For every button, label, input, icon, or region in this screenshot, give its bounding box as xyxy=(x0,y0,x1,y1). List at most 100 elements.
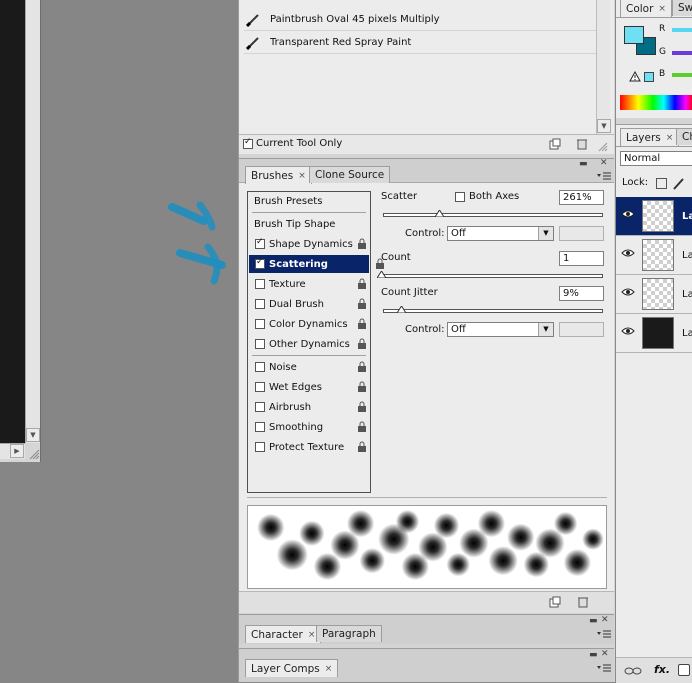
lock-icon[interactable] xyxy=(357,421,367,433)
option-texture[interactable]: Texture xyxy=(249,275,369,293)
foreground-color-swatch[interactable] xyxy=(624,26,644,44)
channel-g-slider[interactable] xyxy=(672,51,692,55)
scroll-down-arrow-icon[interactable]: ▼ xyxy=(597,119,611,133)
panel-menu-icon[interactable] xyxy=(597,172,611,182)
new-brush-icon[interactable] xyxy=(549,596,561,608)
current-tool-only-checkbox[interactable] xyxy=(243,137,253,149)
option-dual-brush[interactable]: Dual Brush xyxy=(249,295,369,313)
eye-icon[interactable] xyxy=(621,209,635,219)
tab-paragraph[interactable]: Paragraph xyxy=(316,625,382,642)
scatter-value-field[interactable]: 261% xyxy=(559,190,604,205)
lock-icon[interactable] xyxy=(357,361,367,373)
scattering-checkbox[interactable] xyxy=(255,257,265,269)
count-jitter-control-select[interactable]: Off ▼ xyxy=(447,322,554,337)
resize-grip-icon[interactable] xyxy=(598,142,608,152)
close-icon[interactable]: ✕ xyxy=(600,158,608,168)
eye-icon[interactable] xyxy=(621,326,635,336)
noise-checkbox[interactable] xyxy=(255,362,265,372)
lock-icon[interactable] xyxy=(357,298,367,310)
resize-grip-icon[interactable] xyxy=(28,448,40,460)
close-icon[interactable]: ✕ xyxy=(601,615,609,625)
texture-checkbox[interactable] xyxy=(255,279,265,289)
dual-brush-checkbox[interactable] xyxy=(255,299,265,309)
link-layers-icon[interactable] xyxy=(624,666,642,676)
scatter-slider[interactable] xyxy=(383,213,603,217)
count-jitter-slider-thumb[interactable] xyxy=(397,306,406,313)
option-airbrush[interactable]: Airbrush xyxy=(249,398,369,416)
tab-layers[interactable]: Layers × xyxy=(620,128,680,146)
option-noise[interactable]: Noise xyxy=(249,358,369,376)
wet-edges-checkbox[interactable] xyxy=(255,382,265,392)
warning-icon[interactable] xyxy=(629,71,641,82)
option-wet-edges[interactable]: Wet Edges xyxy=(249,378,369,396)
close-icon[interactable]: × xyxy=(658,4,666,14)
option-protect-texture[interactable]: Protect Texture xyxy=(249,438,369,456)
lock-icon[interactable] xyxy=(357,441,367,453)
chevron-down-icon[interactable]: ▼ xyxy=(538,323,553,336)
channel-r-slider[interactable] xyxy=(672,28,692,32)
eye-icon[interactable] xyxy=(621,287,635,297)
document-canvas[interactable] xyxy=(0,0,25,443)
lock-icon[interactable] xyxy=(357,381,367,393)
lock-icon[interactable] xyxy=(357,278,367,290)
airbrush-checkbox[interactable] xyxy=(255,402,265,412)
scatter-control-select[interactable]: Off ▼ xyxy=(447,226,554,241)
lock-icon[interactable] xyxy=(357,238,367,250)
color-dynamics-checkbox[interactable] xyxy=(255,319,265,329)
close-icon[interactable]: × xyxy=(325,664,333,674)
count-value-field[interactable]: 1 xyxy=(559,251,604,266)
document-vertical-scrollbar[interactable]: ▼ xyxy=(25,0,40,443)
color-spectrum-bar[interactable] xyxy=(620,95,692,110)
close-icon[interactable]: ✕ xyxy=(601,649,609,659)
document-horizontal-scrollbar[interactable]: ▶ xyxy=(0,443,25,459)
option-shape-dynamics[interactable]: Shape Dynamics xyxy=(249,235,369,253)
option-smoothing[interactable]: Smoothing xyxy=(249,418,369,436)
tab-layer-comps[interactable]: Layer Comps × xyxy=(245,659,339,677)
layer-row[interactable]: La xyxy=(616,197,692,236)
panel-menu-icon[interactable] xyxy=(597,664,611,674)
tab-channels[interactable]: Ch xyxy=(676,128,692,145)
tab-swatches[interactable]: Sw xyxy=(672,0,692,16)
tool-preset-item[interactable]: Paintbrush Oval 45 pixels Multiply xyxy=(244,9,596,31)
count-jitter-value-field[interactable]: 9% xyxy=(559,286,604,301)
brush-presets-item[interactable]: Brush Presets xyxy=(249,192,369,210)
tab-character[interactable]: Character × xyxy=(245,625,322,643)
chevron-down-icon[interactable]: ▼ xyxy=(538,227,553,240)
tab-brushes[interactable]: Brushes × xyxy=(245,166,312,184)
minimize-icon[interactable]: ▬ xyxy=(589,650,598,660)
count-jitter-slider[interactable] xyxy=(383,309,603,313)
layer-row[interactable]: La xyxy=(616,236,692,275)
blend-mode-select[interactable]: Normal xyxy=(620,151,692,166)
lock-icon[interactable] xyxy=(357,401,367,413)
layer-row[interactable]: La xyxy=(616,314,692,353)
brush-tip-shape-item[interactable]: Brush Tip Shape xyxy=(249,215,369,233)
scatter-slider-thumb[interactable] xyxy=(435,210,444,217)
lock-icon[interactable] xyxy=(357,318,367,330)
channel-b-slider[interactable] xyxy=(672,73,692,77)
tab-color[interactable]: Color × xyxy=(620,0,672,17)
option-other-dynamics[interactable]: Other Dynamics xyxy=(249,335,369,353)
trash-icon[interactable] xyxy=(576,137,588,150)
close-icon[interactable]: × xyxy=(308,630,316,640)
scroll-down-arrow-icon[interactable]: ▼ xyxy=(26,428,40,442)
both-axes-checkbox[interactable] xyxy=(455,192,465,202)
panel-menu-icon[interactable] xyxy=(597,630,611,640)
lock-image-brush-icon[interactable] xyxy=(672,177,686,190)
tool-presets-scrollbar[interactable]: ▼ xyxy=(596,0,611,134)
minimize-icon[interactable]: ▬ xyxy=(579,159,588,169)
eye-icon[interactable] xyxy=(621,248,635,258)
option-scattering[interactable]: Scattering xyxy=(249,255,384,273)
trash-icon[interactable] xyxy=(577,595,589,608)
count-slider-thumb[interactable] xyxy=(377,271,386,278)
other-dynamics-checkbox[interactable] xyxy=(255,339,265,349)
new-preset-icon[interactable] xyxy=(549,138,561,150)
count-slider[interactable] xyxy=(381,274,603,278)
option-color-dynamics[interactable]: Color Dynamics xyxy=(249,315,369,333)
layer-row[interactable]: La xyxy=(616,275,692,314)
close-icon[interactable]: × xyxy=(298,171,306,181)
lock-transparent-icon[interactable] xyxy=(656,178,667,189)
shape-dynamics-checkbox[interactable] xyxy=(255,237,265,249)
protect-texture-checkbox[interactable] xyxy=(255,442,265,452)
gamut-swatch[interactable] xyxy=(644,72,654,82)
minimize-icon[interactable]: ▬ xyxy=(589,616,598,626)
